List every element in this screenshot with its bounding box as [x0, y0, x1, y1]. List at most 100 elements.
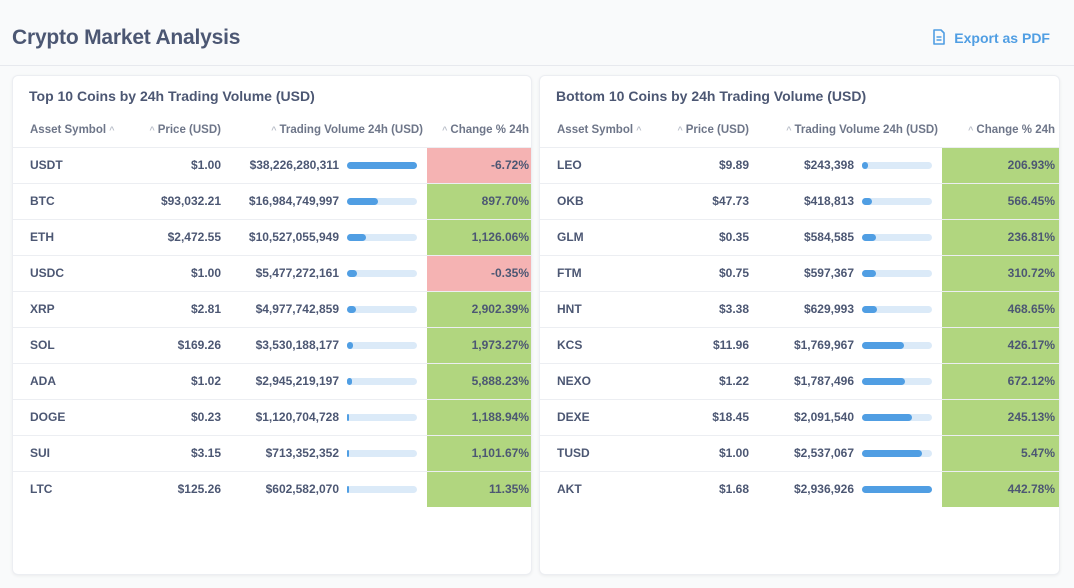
volume-bar-track — [347, 305, 417, 313]
volume-bar-cell — [862, 399, 943, 436]
table-row[interactable]: FTM $0.75 $597,367 310.72% — [540, 255, 1059, 292]
volume-cell: $4,977,742,859 — [225, 291, 347, 328]
price-cell: $11.96 — [650, 327, 753, 364]
column-header-price[interactable]: ^ Price (USD) — [123, 114, 225, 148]
volume-cell: $2,936,926 — [793, 482, 854, 497]
price-cell: $1.22 — [650, 363, 753, 400]
table-row[interactable]: HNT $3.38 $629,993 468.65% — [540, 291, 1059, 328]
volume-bar-track — [862, 197, 932, 205]
volume-bar-track — [862, 161, 932, 169]
asset-symbol: LEO — [540, 147, 650, 184]
column-header-volume[interactable]: ^ Trading Volume 24h (USD) — [225, 114, 428, 148]
table-row[interactable]: XRP $2.81 $4,977,742,859 2,902.39% — [13, 291, 531, 328]
price-cell: $0.75 — [650, 255, 753, 292]
change-cell: 1,973.27% — [427, 327, 531, 364]
change-cell: -0.35% — [427, 255, 531, 292]
change-cell: -6.72% — [427, 147, 531, 184]
table-row[interactable]: SUI $3.15 $713,352,352 1,101.67% — [13, 435, 531, 472]
asset-symbol: USDT — [13, 147, 123, 184]
volume-bar-cell — [862, 327, 943, 364]
price-cell: $18.45 — [650, 399, 753, 436]
table-row[interactable]: AKT $1.68 $2,936,926 442.78% — [540, 471, 1059, 507]
column-header-change[interactable]: ^ Change % 24h — [427, 114, 531, 148]
sort-caret-icon: ^ — [786, 125, 792, 136]
sort-caret-icon: ^ — [149, 125, 155, 136]
table-row[interactable]: ETH $2,472.55 $10,527,055,949 1,126.06% — [13, 219, 531, 256]
volume-bar-fill — [347, 413, 349, 421]
asset-symbol: SOL — [13, 327, 123, 364]
table-row[interactable]: USDT $1.00 $38,226,280,311 -6.72% — [13, 147, 531, 184]
sort-caret-icon: ^ — [271, 125, 277, 136]
column-header-change[interactable]: ^ Change % 24h — [942, 114, 1059, 148]
volume-bar-fill — [862, 161, 868, 169]
volume-cell: $584,585 — [753, 219, 862, 256]
table-row[interactable]: ADA $1.02 $2,945,219,197 5,888.23% — [13, 363, 531, 400]
volume-bar-fill — [862, 485, 932, 493]
volume-bar-cell — [347, 147, 428, 184]
asset-symbol: OKB — [540, 183, 650, 220]
price-cell: $3.15 — [123, 435, 225, 472]
table-row[interactable]: LTC $125.26 $602,582,070 11.35% — [13, 471, 531, 507]
price-cell: $2,472.55 — [123, 219, 225, 256]
volume-cell: $1,769,967 — [753, 327, 862, 364]
column-header-symbol[interactable]: Asset Symbol ^ — [13, 114, 123, 148]
volume-cell: $418,813 — [753, 183, 862, 220]
asset-symbol: XRP — [13, 291, 123, 328]
volume-bar-cell — [347, 219, 428, 256]
volume-cell: $602,582,070 — [265, 482, 339, 497]
volume-bar-cell — [862, 471, 942, 507]
table-row[interactable]: KCS $11.96 $1,769,967 426.17% — [540, 327, 1059, 364]
table-row[interactable]: USDC $1.00 $5,477,272,161 -0.35% — [13, 255, 531, 292]
table-row[interactable]: DOGE $0.23 $1,120,704,728 1,188.94% — [13, 399, 531, 436]
volume-cell: $2,091,540 — [753, 399, 862, 436]
export-pdf-label: Export as PDF — [954, 30, 1050, 46]
price-cell: $2.81 — [123, 291, 225, 328]
top-coins-table: Asset Symbol ^ ^ Price (USD) ^ Trading Vol… — [13, 114, 531, 507]
asset-symbol: DEXE — [540, 399, 650, 436]
change-cell: 672.12% — [942, 363, 1059, 400]
change-cell: 2,902.39% — [427, 291, 531, 328]
table-row[interactable]: DEXE $18.45 $2,091,540 245.13% — [540, 399, 1059, 436]
table-row[interactable]: BTC $93,032.21 $16,984,749,997 897.70% — [13, 183, 531, 220]
volume-bar-fill — [862, 233, 876, 241]
table-row[interactable]: TUSD $1.00 $2,537,067 5.47% — [540, 435, 1059, 472]
column-header-price[interactable]: ^ Price (USD) — [650, 114, 753, 148]
volume-cell: $1,120,704,728 — [225, 399, 347, 436]
volume-bar-cell — [347, 291, 428, 328]
table-row[interactable]: GLM $0.35 $584,585 236.81% — [540, 219, 1059, 256]
asset-symbol: LTC — [30, 482, 53, 497]
volume-cell: $243,398 — [753, 147, 862, 184]
table-row[interactable]: SOL $169.26 $3,530,188,177 1,973.27% — [13, 327, 531, 364]
volume-bar-track — [347, 269, 417, 277]
volume-bar-track — [862, 449, 932, 457]
change-cell: 310.72% — [942, 255, 1059, 292]
price-cell: $1.00 — [123, 255, 225, 292]
volume-bar-fill — [347, 161, 417, 169]
change-cell: 1,101.67% — [427, 435, 531, 472]
volume-cell: $10,527,055,949 — [225, 219, 347, 256]
volume-bar-cell — [862, 183, 943, 220]
volume-bar-cell — [347, 435, 428, 472]
asset-symbol: FTM — [540, 255, 650, 292]
bottom-coins-table: Asset Symbol ^ ^ Price (USD) ^ Trading Vol… — [540, 114, 1059, 507]
asset-symbol: ADA — [13, 363, 123, 400]
price-cell: $125.26 — [177, 482, 221, 497]
bottom-coins-card: Bottom 10 Coins by 24h Trading Volume (U… — [539, 75, 1060, 575]
column-header-volume[interactable]: ^ Trading Volume 24h (USD) — [753, 114, 943, 148]
table-row[interactable]: NEXO $1.22 $1,787,496 672.12% — [540, 363, 1059, 400]
column-header-symbol[interactable]: Asset Symbol ^ — [540, 114, 650, 148]
export-pdf-button[interactable]: Export as PDF — [932, 28, 1050, 48]
volume-bar-track — [347, 449, 417, 457]
asset-symbol: GLM — [540, 219, 650, 256]
volume-cell: $713,352,352 — [225, 435, 347, 472]
change-cell: 5,888.23% — [427, 363, 531, 400]
table-row[interactable]: OKB $47.73 $418,813 566.45% — [540, 183, 1059, 220]
price-cell: $1.00 — [650, 435, 753, 472]
volume-bar-cell — [862, 147, 943, 184]
change-cell: 206.93% — [942, 147, 1059, 184]
volume-bar-track — [347, 377, 417, 385]
sort-caret-icon: ^ — [968, 125, 974, 136]
table-row[interactable]: LEO $9.89 $243,398 206.93% — [540, 147, 1059, 184]
asset-symbol: USDC — [13, 255, 123, 292]
volume-bar-track — [347, 161, 417, 169]
